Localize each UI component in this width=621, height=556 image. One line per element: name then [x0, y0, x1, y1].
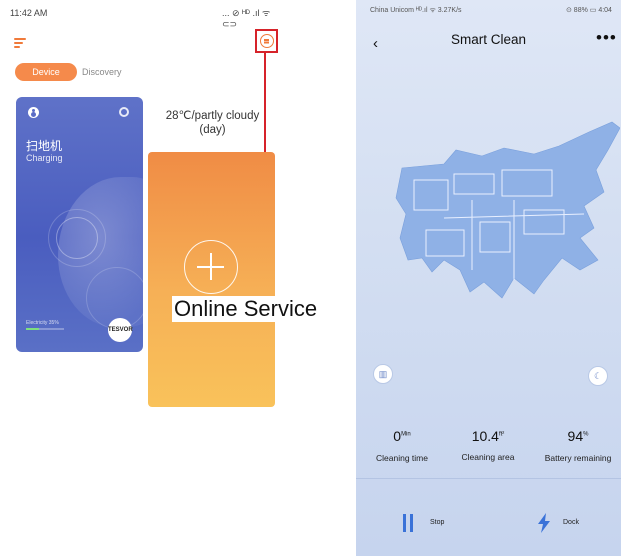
smart-clean-screen: China Unicom ᴴᴰ.ıl ᯤ 3.27K/s ⊙ 88% ▭ 4:0… [356, 0, 621, 556]
weather-info: 28℃/partly cloudy (day) [155, 109, 270, 137]
stat-cleaning-area-label: Cleaning area [461, 452, 515, 462]
highlight-box [255, 29, 278, 53]
device-name: 扫地机 [26, 139, 63, 153]
add-icon[interactable] [184, 240, 238, 294]
map-icon[interactable]: ▥ [373, 364, 393, 384]
more-icon[interactable]: ••• [596, 28, 617, 48]
status-carrier: China Unicom ᴴᴰ.ıl ᯤ 3.27K/s [370, 7, 462, 14]
stat-cleaning-time-label: Cleaning time [376, 453, 428, 463]
tab-device[interactable]: Device [15, 63, 77, 81]
menu-icon[interactable] [14, 38, 26, 48]
device-list-screen: 11:42 AM ... ⊘ ᴴᴰ .ıl ᯤ ⊂⊃ Device Discov… [0, 0, 320, 556]
cleaning-map [395, 121, 620, 299]
device-card[interactable]: 扫地机 Charging Electricity 35% TESVOR [16, 97, 143, 352]
status-time: 11:42 AM [10, 8, 48, 18]
add-device-card[interactable] [148, 152, 275, 407]
brand-logo: TESVOR [108, 318, 133, 342]
dock-button[interactable]: Dock [563, 519, 579, 526]
dock-icon[interactable] [536, 513, 552, 533]
device-status: Charging [26, 153, 63, 163]
page-title: Smart Clean [450, 32, 527, 47]
electricity-bar-fill [26, 328, 40, 330]
tab-discovery[interactable]: Discovery [82, 63, 134, 81]
moon-icon[interactable]: ☾ [588, 366, 608, 386]
stop-icon[interactable] [403, 514, 413, 532]
stat-cleaning-area-value: 10.4ft² [471, 428, 505, 444]
decor-ring [48, 209, 106, 267]
stop-button[interactable]: Stop [430, 519, 444, 526]
gear-icon[interactable] [119, 107, 129, 117]
stat-battery-label: Battery remaining [544, 453, 612, 463]
stat-battery-value: 94% [567, 428, 589, 444]
status-icons: ... ⊘ ᴴᴰ .ıl ᯤ ⊂⊃ [222, 8, 271, 29]
weather-line2: (day) [199, 124, 226, 136]
weather-line1: 28℃/partly cloudy [165, 110, 260, 122]
callout-label: Online Service [172, 296, 320, 322]
electricity-bar [26, 328, 64, 330]
divider [356, 478, 621, 479]
stat-cleaning-time-value: 0Min [393, 428, 411, 444]
user-icon[interactable] [28, 107, 39, 118]
status-battery: ⊙ 88% ▭ 4:04 [566, 7, 612, 14]
electricity-label: Electricity 35% [26, 320, 59, 326]
